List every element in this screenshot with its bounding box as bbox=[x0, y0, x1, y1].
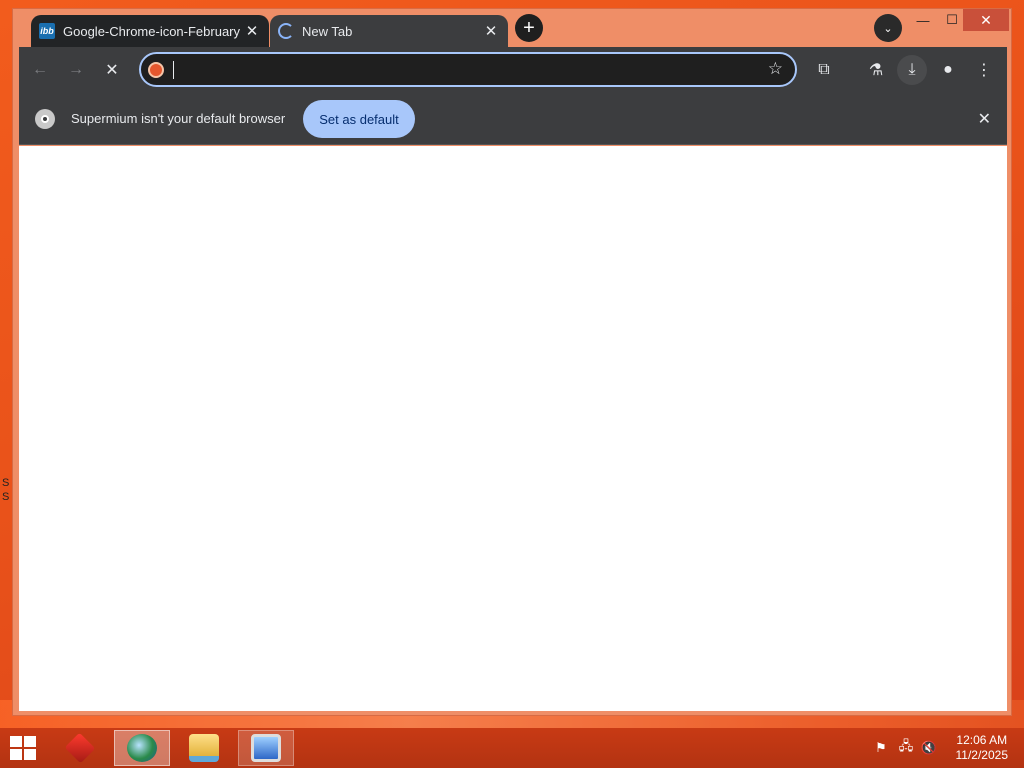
loading-spinner-icon bbox=[278, 23, 294, 39]
taskbar-app-browser[interactable] bbox=[114, 730, 170, 766]
tab-new-tab[interactable]: New Tab ✕ bbox=[270, 15, 508, 47]
site-info-icon[interactable] bbox=[148, 62, 164, 78]
set-as-default-button[interactable]: Set as default bbox=[303, 100, 415, 138]
network-icon[interactable]: 🖧 bbox=[898, 738, 914, 756]
address-input[interactable] bbox=[171, 59, 751, 81]
minimize-button[interactable]: — bbox=[908, 9, 938, 31]
new-tab-button[interactable]: + bbox=[515, 14, 543, 42]
clock-date: 11/2/2025 bbox=[955, 748, 1009, 762]
tab-close-icon[interactable]: ✕ bbox=[243, 22, 261, 40]
browser-globe-app-icon bbox=[127, 734, 157, 762]
labs-flask-button[interactable]: ⚗ bbox=[861, 55, 891, 85]
tab-google-chrome-icon[interactable]: ibb Google-Chrome-icon-February ✕ bbox=[31, 15, 269, 47]
bookmark-star-icon[interactable]: ☆ bbox=[768, 59, 783, 79]
clock-time: 12:06 AM bbox=[956, 733, 1008, 747]
red-box-app-icon bbox=[64, 732, 96, 764]
action-center-flag-icon[interactable]: ⚑ bbox=[873, 740, 889, 756]
address-bar[interactable]: ☆ bbox=[139, 52, 797, 87]
desktop-edge-text: S bbox=[2, 477, 10, 489]
computer-app-icon bbox=[251, 734, 281, 762]
tab-title: New Tab bbox=[302, 23, 353, 39]
taskbar-app-red-box[interactable] bbox=[52, 730, 108, 766]
profile-button[interactable]: ● bbox=[933, 55, 963, 85]
browser-window: ibb Google-Chrome-icon-February ✕ New Ta… bbox=[12, 8, 1012, 716]
taskbar-app-computer[interactable] bbox=[238, 730, 294, 766]
tab-title: Google-Chrome-icon-February bbox=[63, 23, 241, 39]
forward-button[interactable]: → bbox=[61, 55, 91, 85]
ibb-favicon-icon: ibb bbox=[39, 23, 55, 39]
desktop-edge-text: S bbox=[2, 491, 10, 503]
extensions-button[interactable]: ⧉ bbox=[809, 55, 839, 85]
browser-toolbar: ← → ✕ ☆ ⧉ ⚗ ⤓ ● ⋮ bbox=[19, 47, 1007, 93]
infobar-message: Supermium isn't your default browser bbox=[71, 111, 286, 126]
infobar-close-icon[interactable]: ✕ bbox=[978, 109, 991, 129]
close-window-button[interactable]: ✕ bbox=[963, 9, 1009, 31]
downloads-button[interactable]: ⤓ bbox=[897, 55, 927, 85]
back-button[interactable]: ← bbox=[25, 55, 55, 85]
taskbar-app-file-explorer[interactable] bbox=[176, 730, 232, 766]
chrome-logo-icon bbox=[35, 109, 55, 129]
tab-close-icon[interactable]: ✕ bbox=[482, 22, 500, 40]
volume-muted-icon[interactable]: 🔇 bbox=[921, 740, 937, 756]
title-bar: ibb Google-Chrome-icon-February ✕ New Ta… bbox=[13, 9, 1011, 47]
taskbar: ⚑ 🖧 🔇 12:06 AM 11/2/2025 bbox=[0, 728, 1024, 768]
page-content[interactable] bbox=[19, 146, 1007, 711]
tab-search-button[interactable]: ⌄ bbox=[874, 14, 902, 42]
text-caret bbox=[173, 61, 174, 79]
system-clock[interactable]: 12:06 AM 11/2/2025 bbox=[956, 733, 1009, 763]
menu-button[interactable]: ⋮ bbox=[969, 55, 999, 85]
start-button[interactable] bbox=[10, 736, 36, 760]
folder-app-icon bbox=[189, 734, 219, 762]
stop-loading-button[interactable]: ✕ bbox=[97, 55, 127, 85]
default-browser-infobar: Supermium isn't your default browser Set… bbox=[19, 93, 1007, 145]
